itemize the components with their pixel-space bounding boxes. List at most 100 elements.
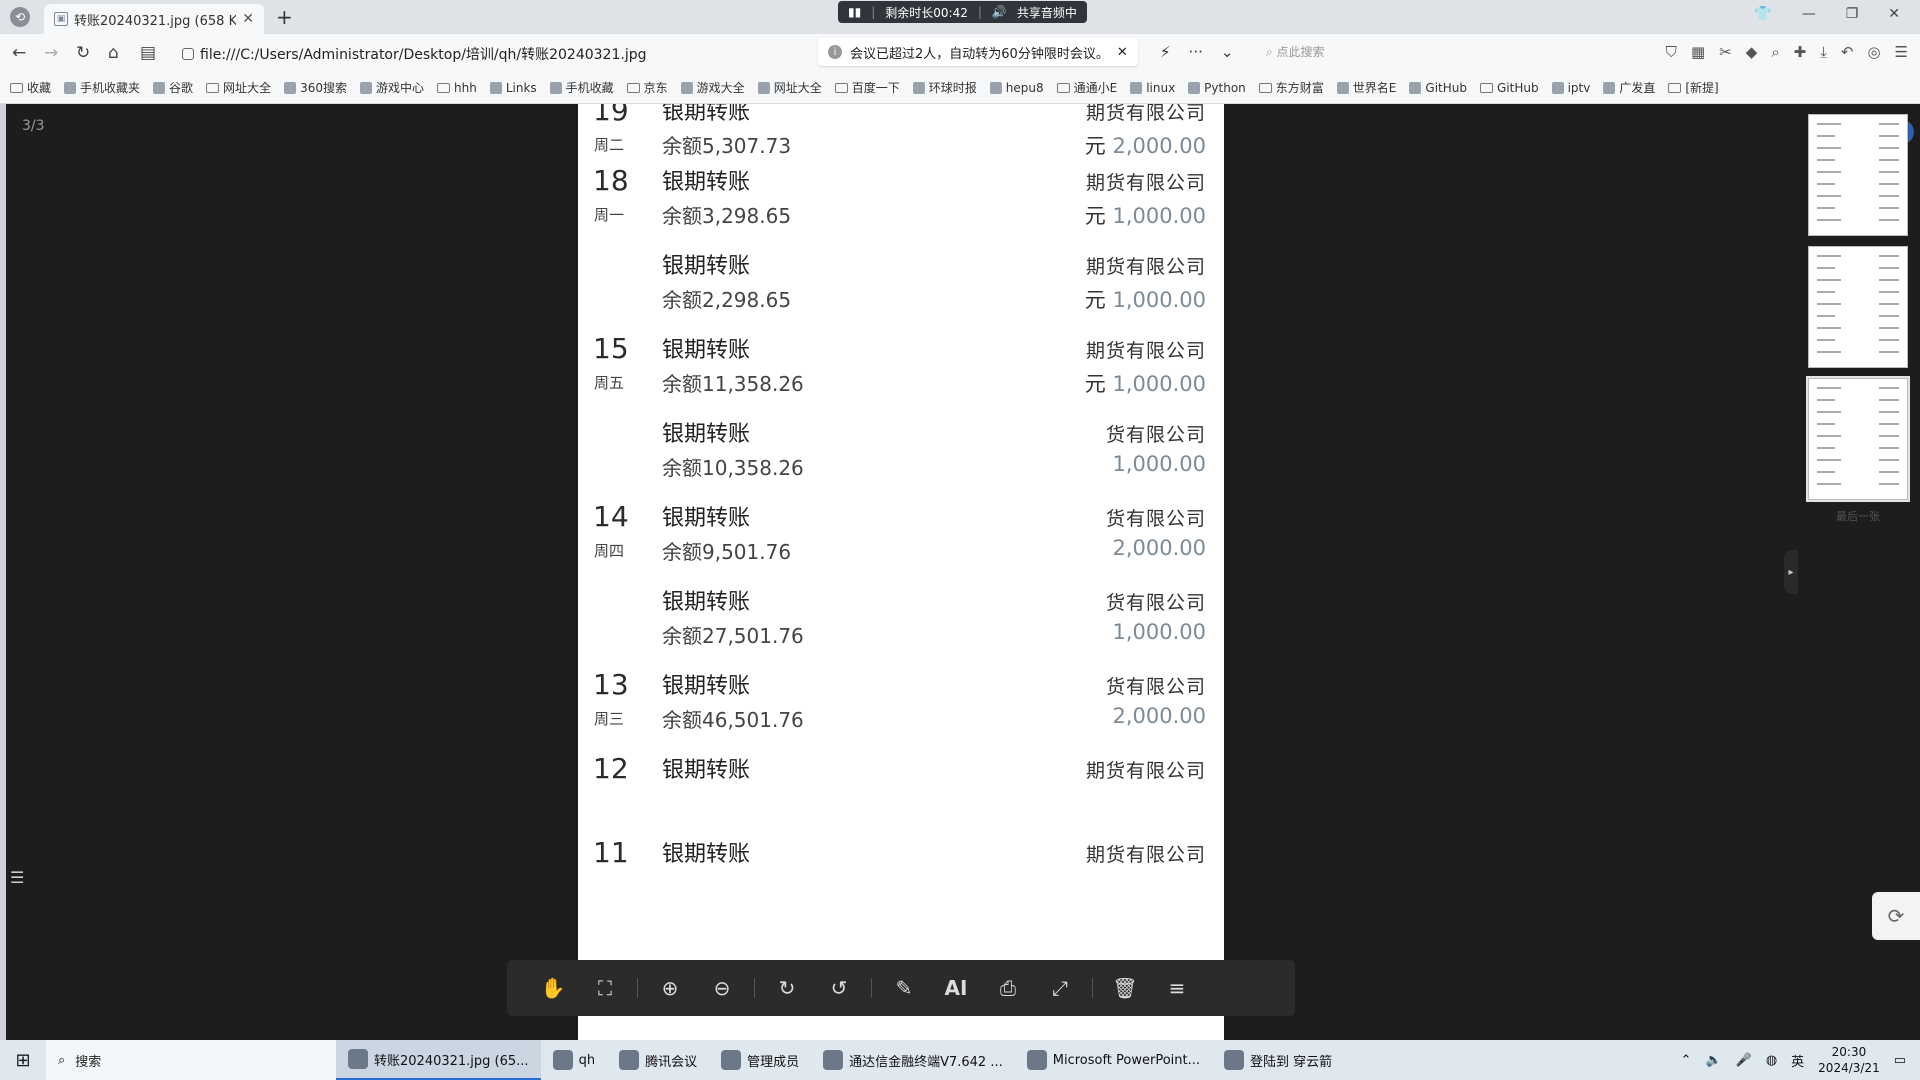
download-icon[interactable]: ⤓ [1820,43,1827,61]
extension-icon[interactable]: ▤ [140,43,156,63]
clock[interactable]: 20:30 2024/3/21 [1818,1044,1880,1076]
entry-title: 银期转账 [662,506,751,531]
bookmark-item[interactable]: 网址大全 [757,79,822,96]
entry-company: 期货有限公司 [1085,760,1206,782]
taskbar-app[interactable]: 腾讯会议 [607,1040,709,1080]
new-tab-button[interactable]: + [276,5,293,29]
taskbar-app[interactable]: qh [541,1040,608,1080]
ime-indicator[interactable]: 英 [1791,1051,1804,1070]
print-icon[interactable]: ⎙ [982,968,1034,1008]
bookmark-item[interactable]: hhh [436,81,477,95]
thumbnail-line [1879,339,1899,341]
taskbar-search[interactable]: ⌕ 搜索 [46,1040,336,1080]
bookmark-item[interactable]: 360搜索 [284,79,347,96]
zoom-in-icon[interactable]: ⊕ [644,968,696,1008]
microphone-icon[interactable]: 🎤 [1736,1053,1752,1068]
ai-icon[interactable]: AI [930,968,982,1008]
float-tool-icon[interactable]: ⟳ [1872,892,1920,940]
skin-icon[interactable]: 👕 [1754,6,1771,22]
account-icon[interactable]: ◎ [1867,43,1880,61]
bookmark-item[interactable]: 收藏 [10,79,51,96]
bookmark-item[interactable]: 手机收藏 [549,79,614,96]
bookmark-item[interactable]: 网址大全 [206,79,271,96]
rotate-right-icon[interactable]: ↻ [761,968,813,1008]
bookmark-item[interactable]: Python [1188,81,1246,95]
volume-icon[interactable]: 🔈 [1705,1053,1721,1068]
fullscreen-icon[interactable]: ⤢ [1034,968,1086,1008]
bookmark-item[interactable]: 通通小E [1056,79,1117,96]
thumbnail-line [1879,459,1899,461]
list-icon[interactable]: ☰ [10,868,24,887]
browser-logo-icon[interactable]: ⟲ [10,7,30,27]
zoom-out-icon[interactable]: ⊖ [696,968,748,1008]
bookmark-item[interactable]: Links [489,81,537,95]
chevron-up-icon[interactable]: ⌃ [1681,1053,1692,1068]
thumbnail-2[interactable] [1808,246,1908,368]
taskbar-app[interactable]: 管理成员 [709,1040,811,1080]
windows-start-icon[interactable]: ⊞ [0,1040,46,1080]
bookmark-item[interactable]: linux [1130,81,1175,95]
bookmark-item[interactable]: 游戏中心 [359,79,424,96]
bookmark-item[interactable]: iptv [1551,81,1590,95]
search-input[interactable]: ⌕ 点此搜索 [1266,43,1325,60]
bookmark-item[interactable]: 京东 [626,79,668,96]
more-icon[interactable]: ··· [1189,43,1203,61]
search-ext-icon[interactable]: ⌕ [1771,43,1779,61]
taskbar-app[interactable]: 通达信金融终端V7.642 ... [811,1040,1015,1080]
bookmark-item[interactable]: 百度一下 [834,79,900,96]
taskbar-app[interactable]: 转账20240321.jpg (65... [336,1040,541,1080]
shield-ext-icon[interactable]: ⛉ [1666,43,1677,61]
hand-icon[interactable]: ✋ [527,968,579,1008]
edit-image-icon[interactable]: ✎ [878,968,930,1008]
lightning-icon[interactable]: ⚡ [1160,43,1171,61]
thumbnail-1[interactable] [1808,114,1908,236]
bookmark-item[interactable]: 广发直 [1603,79,1655,96]
undo-icon[interactable]: ↶ [1841,43,1854,61]
puzzle-icon[interactable]: ✚ [1794,43,1807,61]
image-icon: ▣ [54,12,68,26]
bookmark-item[interactable]: 谷歌 [153,79,193,96]
meeting-share[interactable]: 共享音频中 [1017,4,1077,21]
back-icon[interactable]: ← [12,43,26,63]
tab-image[interactable]: ▣ 转账20240321.jpg (658 KB ✕ [44,4,264,34]
home-icon[interactable]: ⌂ [108,43,119,63]
close-window-button[interactable]: ✕ [1888,6,1900,22]
bookmark-item[interactable]: GitHub [1409,81,1467,95]
more-menu-icon[interactable]: ≡ [1151,968,1203,1008]
rotate-left-icon[interactable]: ↺ [813,968,865,1008]
menu-icon[interactable]: ☰ [1895,43,1908,61]
bookmark-item[interactable]: 手机收藏夹 [64,79,140,96]
bookmark-item[interactable]: [新提] [1668,79,1719,96]
scissors-icon[interactable]: ✂ [1719,43,1732,61]
close-notice-icon[interactable]: ✕ [1117,45,1128,60]
taskbar-app[interactable]: 登陆到 穿云箭 [1212,1040,1344,1080]
bookmark-label: 世界名E [1352,81,1397,95]
translate-icon[interactable]: ▦ [1691,43,1705,61]
globe-icon[interactable]: ◍ [1766,1053,1777,1068]
entry-balance: 余额10,358.26 [662,456,804,480]
bookmark-item[interactable]: 东方财富 [1258,79,1324,96]
app-icon [721,1050,742,1070]
bookmark-icon [680,81,693,94]
bookmark-item[interactable]: 世界名E [1336,79,1397,96]
delete-icon[interactable]: 🗑 [1099,968,1151,1008]
forward-icon[interactable]: → [44,43,58,63]
entry-amount: 2,000.00 [1112,704,1206,728]
bookmark-item[interactable]: 环球时报 [912,79,977,96]
notification-icon[interactable]: ▭ [1894,1053,1906,1068]
gamepad-icon[interactable]: ◆ [1746,43,1758,61]
bookmark-item[interactable]: GitHub [1479,81,1539,95]
chevron-down-icon[interactable]: ⌄ [1221,43,1234,61]
minimize-button[interactable]: — [1802,6,1816,22]
panel-handle[interactable]: ▸ [1784,550,1798,594]
thumbnail-3[interactable] [1806,376,1910,502]
bookmark-item[interactable]: hepu8 [989,81,1044,95]
fit-icon[interactable]: ⛶ [579,968,631,1008]
url-field[interactable]: file:///C:/Users/Administrator/Desktop/培… [182,44,647,64]
bookmark-item[interactable]: 游戏大全 [680,79,745,96]
reload-icon[interactable]: ↻ [76,43,90,63]
thumbnail-line [1879,159,1899,161]
close-tab-icon[interactable]: ✕ [242,11,254,27]
taskbar-app[interactable]: Microsoft PowerPoint... [1015,1040,1212,1080]
maximize-button[interactable]: ❐ [1846,6,1859,22]
